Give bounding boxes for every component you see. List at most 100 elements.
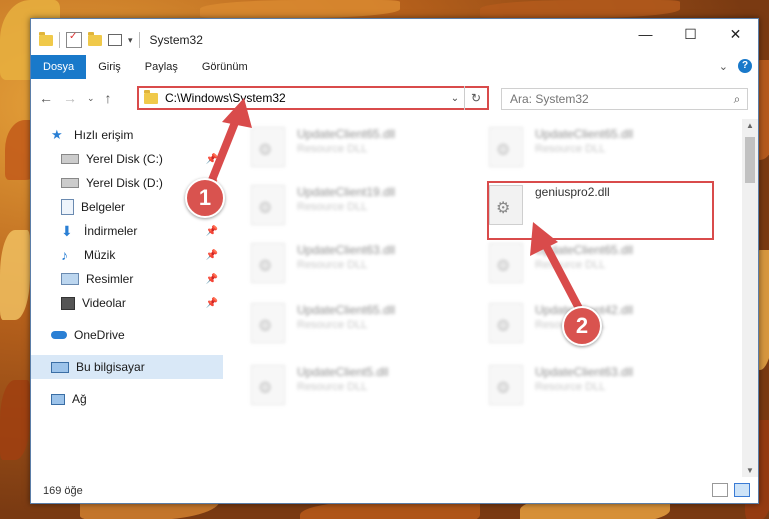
- sidebar-item-downloads[interactable]: ⬇ İndirmeler 📌: [31, 219, 223, 243]
- pin-icon[interactable]: 📌: [206, 226, 218, 237]
- status-bar: 169 öğe: [31, 479, 758, 503]
- file-highlight-box: [487, 181, 714, 240]
- sidebar-item-this-pc[interactable]: Bu bilgisayar: [31, 355, 223, 379]
- window-title: System32: [149, 33, 203, 47]
- tab-gorunum[interactable]: Görünüm: [190, 55, 260, 79]
- file-name: UpdateClient65.dll: [297, 303, 396, 317]
- pin-icon[interactable]: 📌: [206, 154, 218, 165]
- file-description: Resource DLL: [297, 259, 368, 271]
- sidebar-item-label: Videolar: [82, 296, 126, 310]
- properties-icon[interactable]: ✓: [66, 31, 82, 48]
- dll-file-icon: [251, 185, 285, 225]
- tab-paylas[interactable]: Paylaş: [133, 55, 190, 79]
- sidebar-item-label: Yerel Disk (C:): [86, 152, 163, 166]
- sidebar-item-label: Belgeler: [81, 200, 126, 214]
- file-item[interactable]: UpdateClient19.dll Resource DLL: [251, 183, 481, 227]
- file-description: Resource DLL: [297, 319, 368, 331]
- recent-locations-icon[interactable]: ⌄: [87, 93, 95, 104]
- dll-file-icon: [489, 365, 523, 405]
- vertical-scrollbar[interactable]: ▲ ▼: [742, 119, 758, 477]
- file-description: Resource DLL: [535, 143, 606, 155]
- search-input[interactable]: [502, 91, 727, 107]
- dll-file-icon: [489, 303, 523, 343]
- pin-icon[interactable]: 📌: [206, 298, 218, 309]
- maximize-button[interactable]: ☐: [668, 19, 713, 49]
- forward-arrow-icon[interactable]: →: [63, 90, 77, 106]
- sidebar-item-label: Resimler: [86, 272, 134, 286]
- tab-dosya[interactable]: Dosya: [31, 55, 87, 79]
- file-name: UpdateClient65.dll: [535, 127, 634, 141]
- scroll-up-icon[interactable]: ▲: [742, 121, 758, 130]
- file-item[interactable]: UpdateClient65.dll Resource DLL: [489, 241, 719, 285]
- file-description: Resource DLL: [535, 381, 606, 393]
- scroll-down-icon[interactable]: ▼: [742, 466, 758, 475]
- file-name: UpdateClient65.dll: [297, 127, 396, 141]
- pin-icon[interactable]: 📌: [206, 250, 218, 261]
- pin-icon[interactable]: 📌: [206, 274, 218, 285]
- folder-icon: [39, 31, 53, 46]
- expand-ribbon-icon[interactable]: ⌄: [719, 60, 728, 73]
- sidebar-item-label: Yerel Disk (D:): [86, 176, 163, 190]
- sidebar-item-music[interactable]: ♪ Müzik 📌: [31, 243, 223, 267]
- folder-icon: [144, 89, 158, 104]
- item-count: 169 öğe: [43, 485, 83, 497]
- view-options-icon[interactable]: [108, 34, 122, 46]
- help-icon[interactable]: ?: [738, 59, 752, 73]
- address-path[interactable]: C:\Windows\System32: [165, 91, 446, 105]
- up-arrow-icon[interactable]: ↑: [105, 90, 112, 106]
- chevron-down-icon[interactable]: ⌄: [446, 93, 464, 104]
- back-arrow-icon[interactable]: ←: [39, 90, 53, 106]
- file-name: UpdateClient63.dll: [297, 243, 396, 257]
- dll-file-icon: [489, 243, 523, 283]
- sidebar-item-label: Hızlı erişim: [74, 128, 134, 142]
- sidebar-item-label: OneDrive: [74, 328, 125, 342]
- sidebar-item-disk-c[interactable]: Yerel Disk (C:) 📌: [31, 147, 223, 171]
- tiles-view-icon[interactable]: [734, 483, 750, 497]
- step-badge-2: 2: [562, 306, 602, 346]
- minimize-button[interactable]: —: [623, 19, 668, 49]
- address-bar[interactable]: C:\Windows\System32 ⌄ ↻: [137, 86, 489, 110]
- step-badge-1: 1: [185, 178, 225, 218]
- file-item[interactable]: UpdateClient65.dll Resource DLL: [251, 125, 481, 169]
- dll-file-icon: [251, 127, 285, 167]
- customize-toolbar-icon[interactable]: ▾: [128, 35, 133, 46]
- star-icon: ★: [51, 127, 63, 142]
- scroll-thumb[interactable]: [745, 137, 755, 183]
- file-item[interactable]: UpdateClient63.dll Resource DLL: [489, 363, 719, 407]
- details-view-icon[interactable]: [712, 483, 728, 497]
- file-name: UpdateClient19.dll: [297, 185, 396, 199]
- drive-icon: [61, 178, 79, 188]
- sidebar-item-pictures[interactable]: Resimler 📌: [31, 267, 223, 291]
- file-item[interactable]: UpdateClient42.dll Resource DLL: [489, 301, 719, 345]
- file-item[interactable]: UpdateClient63.dll Resource DLL: [251, 241, 481, 285]
- sidebar-item-label: Müzik: [84, 248, 116, 262]
- file-item[interactable]: UpdateClient5.dll Resource DLL: [251, 363, 481, 407]
- tab-giris[interactable]: Giriş: [86, 55, 133, 79]
- downloads-icon: ⬇: [61, 223, 73, 239]
- dll-file-icon: [251, 303, 285, 343]
- file-name: UpdateClient63.dll: [535, 365, 634, 379]
- sidebar-item-onedrive[interactable]: OneDrive: [31, 323, 223, 347]
- explorer-window: ✓ ▾ System32 — ☐ ✕ Dosya Giriş Paylaş Gö…: [30, 18, 759, 504]
- sidebar-item-videos[interactable]: Videolar 📌: [31, 291, 223, 315]
- sidebar-item-network[interactable]: Ağ: [31, 387, 223, 411]
- refresh-icon[interactable]: ↻: [464, 86, 487, 110]
- file-item[interactable]: UpdateClient65.dll Resource DLL: [489, 125, 719, 169]
- close-button[interactable]: ✕: [713, 19, 758, 49]
- search-icon[interactable]: ⌕: [727, 92, 747, 107]
- dll-file-icon: [489, 127, 523, 167]
- documents-icon: [61, 199, 74, 215]
- network-icon: [51, 393, 65, 405]
- file-name: UpdateClient65.dll: [535, 243, 634, 257]
- file-description: Resource DLL: [297, 143, 368, 155]
- new-folder-icon[interactable]: [88, 31, 102, 46]
- sidebar-item-quick-access[interactable]: ★ Hızlı erişim: [31, 123, 223, 147]
- file-description: Resource DLL: [535, 259, 606, 271]
- address-row: ← → ⌄ ↑ C:\Windows\System32 ⌄ ↻ ⌕: [31, 85, 758, 115]
- dll-file-icon: [251, 243, 285, 283]
- file-item[interactable]: UpdateClient65.dll Resource DLL: [251, 301, 481, 345]
- quick-access-toolbar: ✓ ▾ System32: [39, 31, 203, 48]
- search-box[interactable]: ⌕: [501, 88, 748, 110]
- videos-icon: [61, 296, 75, 310]
- ribbon-tabs: Dosya Giriş Paylaş Görünüm: [31, 55, 758, 79]
